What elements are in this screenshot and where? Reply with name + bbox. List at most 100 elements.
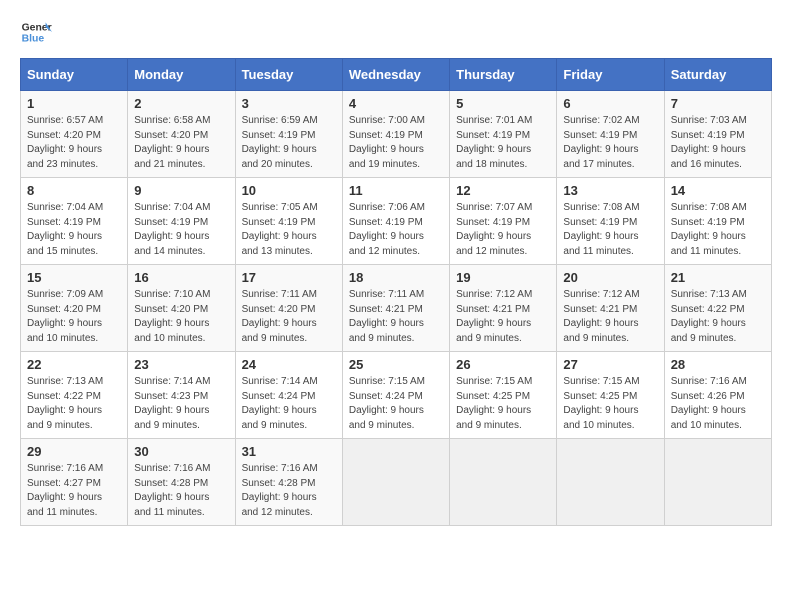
calendar-week-2: 8 Sunrise: 7:04 AMSunset: 4:19 PMDaylight…	[21, 178, 772, 265]
svg-text:Blue: Blue	[22, 34, 45, 45]
day-number: 15	[27, 270, 121, 285]
day-info: Sunrise: 7:16 AMSunset: 4:28 PMDaylight:…	[134, 462, 228, 520]
day-info: Sunrise: 7:12 AMSunset: 4:21 PMDaylight:…	[563, 288, 657, 346]
calendar-cell: 25Sunrise: 7:15 AMSunset: 4:24 PMDayligh…	[342, 352, 449, 439]
calendar-body: 1 Sunrise: 6:57 AMSunset: 4:20 PMDaylight…	[21, 91, 772, 526]
header-day-friday: Friday	[557, 59, 664, 91]
day-info: Sunrise: 7:05 AMSunset: 4:19 PMDaylight:…	[242, 201, 336, 259]
calendar-cell: 20Sunrise: 7:12 AMSunset: 4:21 PMDayligh…	[557, 265, 664, 352]
calendar-cell: 17Sunrise: 7:11 AMSunset: 4:20 PMDayligh…	[235, 265, 342, 352]
calendar-cell: 27 Sunrise: 7:15 AMSunset: 4:25 PMDayligh…	[557, 352, 664, 439]
header-day-thursday: Thursday	[450, 59, 557, 91]
calendar-cell	[450, 439, 557, 526]
calendar-week-5: 29 Sunrise: 7:16 AMSunset: 4:27 PMDayligh…	[21, 439, 772, 526]
calendar-cell: 10 Sunrise: 7:05 AMSunset: 4:19 PMDayligh…	[235, 178, 342, 265]
day-info: Sunrise: 7:07 AMSunset: 4:19 PMDaylight:…	[456, 201, 550, 259]
header-row: SundayMondayTuesdayWednesdayThursdayFrid…	[21, 59, 772, 91]
day-info: Sunrise: 6:59 AMSunset: 4:19 PMDaylight:…	[242, 114, 336, 172]
calendar-cell: 21 Sunrise: 7:13 AMSunset: 4:22 PMDayligh…	[664, 265, 771, 352]
calendar-cell: 2 Sunrise: 6:58 AMSunset: 4:20 PMDaylight…	[128, 91, 235, 178]
day-info: Sunrise: 7:11 AMSunset: 4:21 PMDaylight:…	[349, 288, 443, 346]
header: General Blue	[20, 16, 772, 48]
day-info: Sunrise: 7:01 AMSunset: 4:19 PMDaylight:…	[456, 114, 550, 172]
day-number: 10	[242, 183, 336, 198]
day-number: 6	[563, 96, 657, 111]
day-info: Sunrise: 7:16 AMSunset: 4:28 PMDaylight:…	[242, 462, 336, 520]
day-number: 11	[349, 183, 443, 198]
calendar-cell: 13 Sunrise: 7:08 AMSunset: 4:19 PMDayligh…	[557, 178, 664, 265]
day-number: 1	[27, 96, 121, 111]
day-info: Sunrise: 7:16 AMSunset: 4:27 PMDaylight:…	[27, 462, 121, 520]
calendar-cell: 12 Sunrise: 7:07 AMSunset: 4:19 PMDayligh…	[450, 178, 557, 265]
calendar-cell: 22 Sunrise: 7:13 AMSunset: 4:22 PMDayligh…	[21, 352, 128, 439]
header-day-sunday: Sunday	[21, 59, 128, 91]
header-day-wednesday: Wednesday	[342, 59, 449, 91]
calendar-cell: 4Sunrise: 7:00 AMSunset: 4:19 PMDaylight…	[342, 91, 449, 178]
day-number: 2	[134, 96, 228, 111]
calendar-week-1: 1 Sunrise: 6:57 AMSunset: 4:20 PMDaylight…	[21, 91, 772, 178]
day-number: 5	[456, 96, 550, 111]
day-info: Sunrise: 7:16 AMSunset: 4:26 PMDaylight:…	[671, 375, 765, 433]
day-info: Sunrise: 7:11 AMSunset: 4:20 PMDaylight:…	[242, 288, 336, 346]
calendar-cell: 31Sunrise: 7:16 AMSunset: 4:28 PMDayligh…	[235, 439, 342, 526]
day-info: Sunrise: 7:04 AMSunset: 4:19 PMDaylight:…	[134, 201, 228, 259]
calendar-week-3: 15Sunrise: 7:09 AMSunset: 4:20 PMDayligh…	[21, 265, 772, 352]
day-info: Sunrise: 7:06 AMSunset: 4:19 PMDaylight:…	[349, 201, 443, 259]
calendar-cell	[342, 439, 449, 526]
calendar-cell: 23 Sunrise: 7:14 AMSunset: 4:23 PMDayligh…	[128, 352, 235, 439]
day-number: 29	[27, 444, 121, 459]
calendar-cell: 3 Sunrise: 6:59 AMSunset: 4:19 PMDaylight…	[235, 91, 342, 178]
day-number: 24	[242, 357, 336, 372]
calendar-cell: 18 Sunrise: 7:11 AMSunset: 4:21 PMDayligh…	[342, 265, 449, 352]
calendar-cell: 19 Sunrise: 7:12 AMSunset: 4:21 PMDayligh…	[450, 265, 557, 352]
day-number: 16	[134, 270, 228, 285]
calendar-header: SundayMondayTuesdayWednesdayThursdayFrid…	[21, 59, 772, 91]
header-day-monday: Monday	[128, 59, 235, 91]
day-info: Sunrise: 7:13 AMSunset: 4:22 PMDaylight:…	[671, 288, 765, 346]
day-number: 27	[563, 357, 657, 372]
day-number: 4	[349, 96, 443, 111]
day-info: Sunrise: 7:12 AMSunset: 4:21 PMDaylight:…	[456, 288, 550, 346]
day-info: Sunrise: 7:14 AMSunset: 4:24 PMDaylight:…	[242, 375, 336, 433]
day-info: Sunrise: 6:57 AMSunset: 4:20 PMDaylight:…	[27, 114, 121, 172]
calendar-cell: 15Sunrise: 7:09 AMSunset: 4:20 PMDayligh…	[21, 265, 128, 352]
day-info: Sunrise: 7:15 AMSunset: 4:25 PMDaylight:…	[563, 375, 657, 433]
calendar-cell: 9 Sunrise: 7:04 AMSunset: 4:19 PMDaylight…	[128, 178, 235, 265]
logo: General Blue	[20, 16, 58, 48]
calendar-cell: 30 Sunrise: 7:16 AMSunset: 4:28 PMDayligh…	[128, 439, 235, 526]
day-info: Sunrise: 7:14 AMSunset: 4:23 PMDaylight:…	[134, 375, 228, 433]
calendar-cell: 14Sunrise: 7:08 AMSunset: 4:19 PMDayligh…	[664, 178, 771, 265]
day-number: 13	[563, 183, 657, 198]
calendar-cell: 24 Sunrise: 7:14 AMSunset: 4:24 PMDayligh…	[235, 352, 342, 439]
calendar-cell: 5 Sunrise: 7:01 AMSunset: 4:19 PMDaylight…	[450, 91, 557, 178]
header-day-saturday: Saturday	[664, 59, 771, 91]
calendar-table: SundayMondayTuesdayWednesdayThursdayFrid…	[20, 58, 772, 526]
calendar-cell: 8 Sunrise: 7:04 AMSunset: 4:19 PMDaylight…	[21, 178, 128, 265]
day-info: Sunrise: 7:04 AMSunset: 4:19 PMDaylight:…	[27, 201, 121, 259]
calendar-cell: 11 Sunrise: 7:06 AMSunset: 4:19 PMDayligh…	[342, 178, 449, 265]
calendar-cell: 6 Sunrise: 7:02 AMSunset: 4:19 PMDaylight…	[557, 91, 664, 178]
day-number: 12	[456, 183, 550, 198]
day-info: Sunrise: 7:08 AMSunset: 4:19 PMDaylight:…	[563, 201, 657, 259]
day-number: 30	[134, 444, 228, 459]
day-info: Sunrise: 6:58 AMSunset: 4:20 PMDaylight:…	[134, 114, 228, 172]
day-number: 23	[134, 357, 228, 372]
calendar-cell	[664, 439, 771, 526]
calendar-cell: 28Sunrise: 7:16 AMSunset: 4:26 PMDayligh…	[664, 352, 771, 439]
day-number: 3	[242, 96, 336, 111]
day-number: 8	[27, 183, 121, 198]
day-info: Sunrise: 7:03 AMSunset: 4:19 PMDaylight:…	[671, 114, 765, 172]
day-number: 9	[134, 183, 228, 198]
day-number: 22	[27, 357, 121, 372]
calendar-week-4: 22 Sunrise: 7:13 AMSunset: 4:22 PMDayligh…	[21, 352, 772, 439]
day-info: Sunrise: 7:10 AMSunset: 4:20 PMDaylight:…	[134, 288, 228, 346]
header-day-tuesday: Tuesday	[235, 59, 342, 91]
day-number: 18	[349, 270, 443, 285]
day-number: 19	[456, 270, 550, 285]
day-info: Sunrise: 7:15 AMSunset: 4:25 PMDaylight:…	[456, 375, 550, 433]
day-info: Sunrise: 7:13 AMSunset: 4:22 PMDaylight:…	[27, 375, 121, 433]
day-number: 21	[671, 270, 765, 285]
calendar-cell: 16 Sunrise: 7:10 AMSunset: 4:20 PMDayligh…	[128, 265, 235, 352]
day-info: Sunrise: 7:02 AMSunset: 4:19 PMDaylight:…	[563, 114, 657, 172]
day-number: 25	[349, 357, 443, 372]
